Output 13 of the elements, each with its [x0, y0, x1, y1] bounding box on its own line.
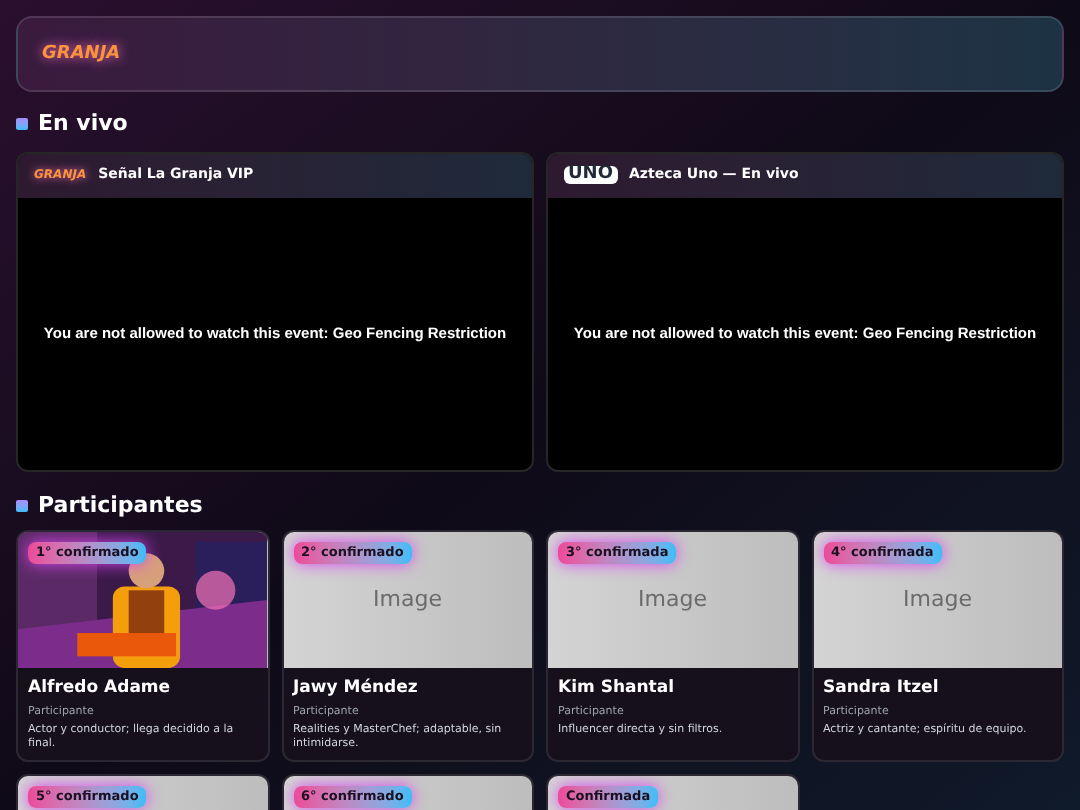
image-placeholder-label: Image: [373, 583, 442, 616]
section-marker-icon: [16, 118, 28, 131]
image-placeholder-label: Image: [903, 583, 972, 616]
section-marker-icon: [16, 499, 28, 512]
section-title: En vivo: [38, 108, 128, 140]
participant-name: Sandra Itzel: [823, 678, 941, 700]
section-title: Participantes: [38, 489, 203, 521]
participant-name: Jawy Méndez: [293, 678, 420, 700]
channel-logo: UNO: [564, 166, 617, 184]
image-placeholder-label: Image: [638, 583, 707, 616]
logo: GRANJA: [42, 45, 121, 63]
participant-name: Alfredo Adame: [28, 678, 173, 700]
participant-name: Kim Shantal: [558, 678, 676, 700]
